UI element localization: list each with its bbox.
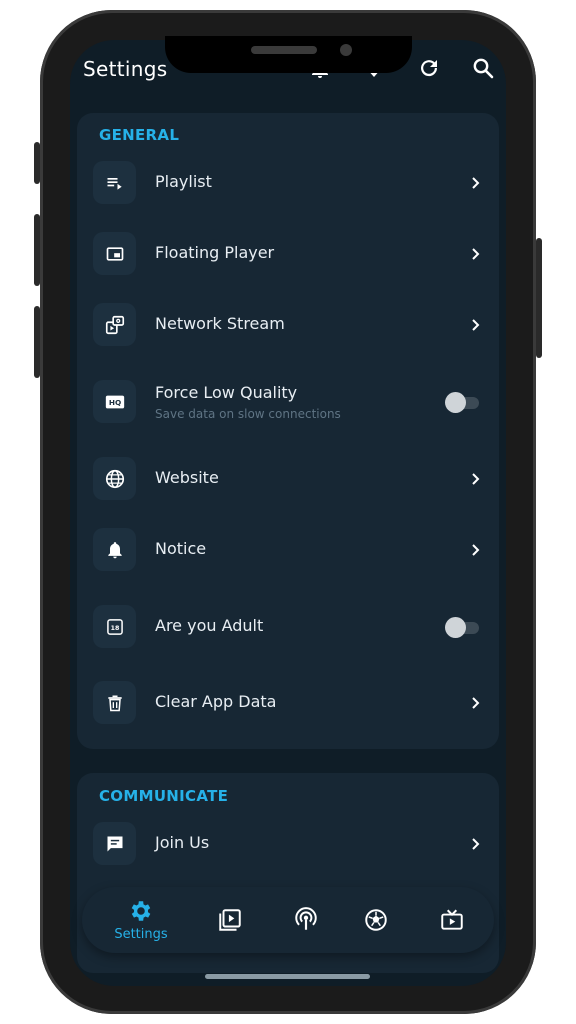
network-stream-icon: [93, 303, 136, 346]
chevron-right-icon: [472, 473, 480, 485]
speaker-grille: [251, 46, 317, 54]
settings-row-clear-app-data[interactable]: Clear App Data: [93, 681, 483, 725]
chevron-right-icon: [472, 697, 480, 709]
front-camera: [340, 44, 352, 56]
refresh-icon[interactable]: [417, 56, 441, 80]
bottom-navigation-bar: Settings: [82, 887, 494, 953]
app-screen: Settings GENERAL Playlist Floating Playe…: [70, 40, 506, 986]
settings-row-are-you-adult[interactable]: 18 Are you Adult: [93, 605, 483, 649]
tv-icon: [441, 909, 463, 930]
volume-up-button: [34, 214, 40, 286]
picture-in-picture-icon: [93, 232, 136, 275]
chevron-right-icon: [472, 838, 480, 850]
settings-row-website[interactable]: Website: [93, 457, 483, 501]
broadcast-icon: [295, 907, 317, 930]
bell-icon: [93, 528, 136, 571]
home-indicator: [205, 974, 370, 979]
settings-row-playlist[interactable]: Playlist: [93, 161, 483, 205]
row-label: Playlist: [155, 172, 212, 191]
settings-row-network-stream[interactable]: Network Stream: [93, 303, 483, 347]
power-button: [536, 238, 542, 358]
toggle-knob: [445, 392, 466, 413]
volume-down-button: [34, 306, 40, 378]
toggle-knob: [445, 617, 466, 638]
chevron-right-icon: [472, 544, 480, 556]
adult-content-toggle[interactable]: [445, 617, 479, 638]
nav-item-tv[interactable]: [428, 887, 476, 953]
settings-row-join-us[interactable]: Join Us: [93, 822, 483, 866]
row-label: Clear App Data: [155, 692, 277, 711]
nav-item-settings[interactable]: Settings: [106, 887, 176, 953]
hq-icon: HQ: [93, 380, 136, 423]
row-label: Force Low Quality: [155, 383, 298, 402]
row-label: Are you Adult: [155, 616, 264, 635]
nav-item-videos[interactable]: [206, 887, 254, 953]
gear-icon: [131, 901, 151, 921]
row-label: Floating Player: [155, 243, 275, 262]
row-label: Network Stream: [155, 314, 285, 333]
general-section-card: GENERAL Playlist Floating Player Network…: [77, 113, 499, 749]
football-icon: [365, 909, 387, 931]
mute-switch: [34, 142, 40, 184]
settings-row-floating-player[interactable]: Floating Player: [93, 232, 483, 276]
globe-icon: [93, 457, 136, 500]
nav-item-live[interactable]: [282, 887, 330, 953]
chevron-right-icon: [472, 248, 480, 260]
playlist-icon: [93, 161, 136, 204]
section-heading-general: GENERAL: [99, 126, 180, 144]
chat-icon: [93, 822, 136, 865]
search-icon[interactable]: [471, 56, 495, 80]
page-title: Settings: [83, 57, 168, 81]
settings-row-notice[interactable]: Notice: [93, 528, 483, 572]
row-label: Notice: [155, 539, 207, 558]
video-library-icon: [219, 909, 241, 931]
row-label: Join Us: [155, 833, 210, 852]
18-plus-icon: 18: [93, 605, 136, 648]
svg-text:HQ: HQ: [108, 398, 120, 407]
nav-item-sports[interactable]: [352, 887, 400, 953]
settings-row-force-low-quality[interactable]: HQ Force Low Quality Save data on slow c…: [93, 380, 483, 424]
chevron-right-icon: [472, 319, 480, 331]
section-heading-communicate: COMMUNICATE: [99, 787, 229, 805]
chevron-right-icon: [472, 177, 480, 189]
phone-notch: [165, 36, 412, 73]
force-low-quality-toggle[interactable]: [445, 392, 479, 413]
row-label: Website: [155, 468, 219, 487]
nav-label-settings: Settings: [114, 927, 168, 942]
trash-icon: [93, 681, 136, 724]
row-sublabel: Save data on slow connections: [155, 407, 341, 421]
svg-text:18: 18: [110, 624, 119, 631]
